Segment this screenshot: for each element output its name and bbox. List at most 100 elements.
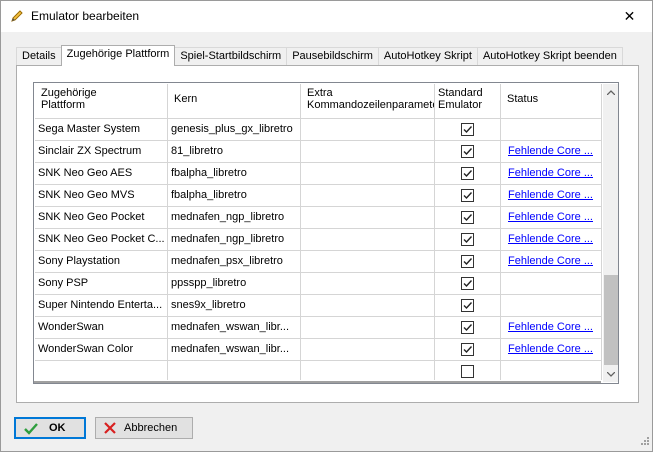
platform-cell[interactable] — [35, 361, 168, 380]
status-link[interactable]: Fehlende Core ... — [504, 343, 593, 355]
default-emulator-checkbox[interactable] — [461, 233, 474, 246]
platform-cell[interactable]: SNK Neo Geo AES — [35, 163, 168, 184]
platform-cell[interactable]: Sega Master System — [35, 119, 168, 140]
default-emulator-cell — [435, 229, 501, 250]
default-emulator-checkbox[interactable] — [461, 343, 474, 356]
extra-params-cell[interactable] — [301, 229, 435, 250]
table-row[interactable]: SNK Neo Geo AES fbalpha_libretro Fehlende … — [35, 163, 602, 185]
table-row[interactable]: Sony Playstation mednafen_psx_libretro Feh… — [35, 251, 602, 273]
core-cell[interactable]: mednafen_psx_libretro — [168, 251, 301, 272]
platform-cell[interactable]: Sony PSP — [35, 273, 168, 294]
status-link — [504, 299, 508, 311]
title-bar[interactable]: Emulator bearbeiten ✕ — [1, 1, 652, 32]
platform-cell[interactable]: WonderSwan Color — [35, 339, 168, 360]
extra-params-cell[interactable] — [301, 251, 435, 272]
default-emulator-checkbox[interactable] — [461, 277, 474, 290]
extra-params-cell[interactable] — [301, 185, 435, 206]
close-button[interactable]: ✕ — [607, 1, 652, 32]
platform-cell[interactable]: Sony Playstation — [35, 251, 168, 272]
status-cell — [501, 273, 602, 294]
table-row[interactable] — [35, 361, 602, 380]
tab-pausebildschirm[interactable]: Pausebildschirm — [286, 47, 379, 66]
extra-params-cell[interactable] — [301, 339, 435, 360]
scroll-down-button[interactable] — [603, 366, 618, 382]
default-emulator-checkbox[interactable] — [461, 255, 474, 268]
default-emulator-checkbox[interactable] — [461, 321, 474, 334]
column-header-default[interactable]: Standard Emulator — [435, 84, 501, 118]
ok-button[interactable]: OK — [14, 417, 86, 439]
extra-params-cell[interactable] — [301, 317, 435, 338]
column-header-core[interactable]: Kern — [168, 84, 301, 118]
core-cell[interactable]: snes9x_libretro — [168, 295, 301, 316]
resize-grip-icon[interactable] — [640, 436, 650, 449]
table-row[interactable]: Sony PSP ppsspp_libretro — [35, 273, 602, 295]
default-emulator-checkbox[interactable] — [461, 145, 474, 158]
status-link[interactable]: Fehlende Core ... — [504, 321, 593, 333]
status-link — [504, 277, 508, 289]
default-emulator-checkbox[interactable] — [461, 123, 474, 136]
platform-cell[interactable]: SNK Neo Geo MVS — [35, 185, 168, 206]
column-header-status[interactable]: Status — [501, 84, 602, 118]
platform-grid[interactable]: Zugehörige Plattform Kern Extra Kommando… — [33, 82, 619, 384]
default-emulator-checkbox[interactable] — [461, 167, 474, 180]
platform-cell[interactable]: Sinclair ZX Spectrum — [35, 141, 168, 162]
core-cell[interactable] — [168, 361, 301, 380]
core-cell[interactable]: mednafen_ngp_libretro — [168, 207, 301, 228]
status-cell: Fehlende Core ... — [501, 163, 602, 184]
default-emulator-cell — [435, 317, 501, 338]
default-emulator-checkbox[interactable] — [461, 211, 474, 224]
core-cell[interactable]: mednafen_wswan_libr... — [168, 317, 301, 338]
default-emulator-checkbox[interactable] — [461, 365, 474, 378]
status-link[interactable]: Fehlende Core ... — [504, 255, 593, 267]
status-cell — [501, 361, 602, 380]
extra-params-cell[interactable] — [301, 295, 435, 316]
column-header-extra[interactable]: Extra Kommandozeilenparamete — [301, 84, 435, 118]
tab-autohotkey-skript-beenden[interactable]: AutoHotkey Skript beenden — [476, 47, 623, 66]
column-header-extra-line2: Kommandozeilenparamete — [307, 99, 435, 111]
extra-params-cell[interactable] — [301, 207, 435, 228]
tab-autohotkey-skript[interactable]: AutoHotkey Skript — [377, 47, 478, 66]
table-row[interactable]: SNK Neo Geo Pocket mednafen_ngp_libretro F… — [35, 207, 602, 229]
table-row[interactable]: Sinclair ZX Spectrum 81_libretro Fehlende … — [35, 141, 602, 163]
extra-params-cell[interactable] — [301, 361, 435, 380]
tab-zugehoerige-plattform[interactable]: Zugehörige Plattform — [60, 45, 176, 66]
core-cell[interactable]: mednafen_wswan_libr... — [168, 339, 301, 360]
tab-details[interactable]: Details — [16, 47, 62, 66]
table-row[interactable]: SNK Neo Geo Pocket C... mednafen_ngp_libr… — [35, 229, 602, 251]
column-header-platform[interactable]: Zugehörige Plattform — [35, 84, 168, 118]
status-link[interactable]: Fehlende Core ... — [504, 189, 593, 201]
extra-params-cell[interactable] — [301, 119, 435, 140]
core-cell[interactable]: mednafen_ngp_libretro — [168, 229, 301, 250]
status-link[interactable]: Fehlende Core ... — [504, 233, 593, 245]
extra-params-cell[interactable] — [301, 141, 435, 162]
tab-spiel-startbildschirm[interactable]: Spiel-Startbildschirm — [174, 47, 288, 66]
core-cell[interactable]: fbalpha_libretro — [168, 163, 301, 184]
table-row[interactable]: Super Nintendo Enterta... snes9x_libretro — [35, 295, 602, 317]
scrollbar-thumb[interactable] — [604, 275, 618, 365]
core-cell[interactable]: ppsspp_libretro — [168, 273, 301, 294]
table-row[interactable]: WonderSwan mednafen_wswan_libr... Fehlende… — [35, 317, 602, 339]
core-cell[interactable]: fbalpha_libretro — [168, 185, 301, 206]
status-link — [504, 365, 508, 377]
table-row[interactable]: WonderSwan Color mednafen_wswan_libr... Fe… — [35, 339, 602, 361]
cancel-button[interactable]: Abbrechen — [95, 417, 193, 439]
status-link[interactable]: Fehlende Core ... — [504, 145, 593, 157]
grid-bottom-edge — [34, 381, 601, 383]
default-emulator-checkbox[interactable] — [461, 189, 474, 202]
status-link[interactable]: Fehlende Core ... — [504, 167, 593, 179]
platform-cell[interactable]: Super Nintendo Enterta... — [35, 295, 168, 316]
default-emulator-checkbox[interactable] — [461, 299, 474, 312]
platform-cell[interactable]: SNK Neo Geo Pocket — [35, 207, 168, 228]
status-link[interactable]: Fehlende Core ... — [504, 211, 593, 223]
platform-cell[interactable]: SNK Neo Geo Pocket C... — [35, 229, 168, 250]
extra-params-cell[interactable] — [301, 273, 435, 294]
table-row[interactable]: SNK Neo Geo MVS fbalpha_libretro Fehlende … — [35, 185, 602, 207]
core-cell[interactable]: genesis_plus_gx_libretro — [168, 119, 301, 140]
platform-cell[interactable]: WonderSwan — [35, 317, 168, 338]
scroll-up-button[interactable] — [603, 84, 618, 100]
table-row[interactable]: Sega Master System genesis_plus_gx_libret… — [35, 119, 602, 141]
extra-params-cell[interactable] — [301, 163, 435, 184]
core-cell[interactable]: 81_libretro — [168, 141, 301, 162]
vertical-scrollbar[interactable] — [603, 84, 618, 382]
ok-button-label: OK — [49, 422, 66, 434]
